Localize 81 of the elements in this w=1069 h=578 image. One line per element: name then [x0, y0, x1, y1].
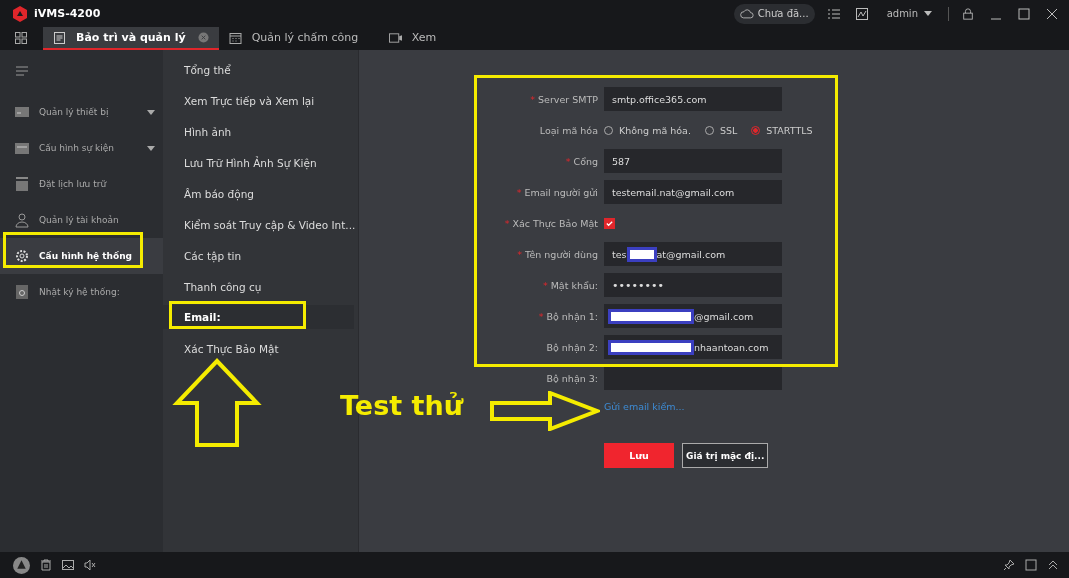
input-field[interactable]: smtp.office365.com: [604, 87, 782, 111]
camera-icon: [388, 31, 402, 44]
list-icon[interactable]: [827, 7, 840, 20]
storage-icon: [14, 176, 30, 192]
submenu-item[interactable]: Hình ảnh: [163, 116, 354, 147]
input-field[interactable]: nhaantoan.com: [604, 335, 782, 359]
field-label: Bộ nhận 2:: [546, 341, 598, 353]
tab[interactable]: Xem: [378, 27, 539, 50]
required-mark: *: [517, 248, 522, 260]
calendar-icon: [228, 31, 242, 44]
logo-icon: [12, 5, 28, 22]
checkbox[interactable]: [604, 217, 615, 229]
close-icon[interactable]: [1046, 7, 1058, 20]
input-field[interactable]: tes at@gmail.com: [604, 242, 782, 266]
caret-icon[interactable]: [147, 109, 155, 115]
gear-icon: [14, 248, 30, 264]
user-icon: [14, 212, 30, 228]
cloud-status-button[interactable]: Chưa đă...: [733, 3, 815, 24]
radio-option[interactable]: Không mã hóa.: [604, 124, 691, 136]
sidebar-item[interactable]: Quản lý thiết bị: [0, 94, 163, 130]
sidebar-item[interactable]: Cấu hình sự kiện: [0, 130, 163, 166]
tab[interactable]: Quản lý chấm công: [218, 27, 379, 50]
maximize-icon[interactable]: [1018, 7, 1030, 20]
submenu-item[interactable]: Xác Thực Bảo Mật: [163, 333, 354, 364]
pin-icon[interactable]: [1003, 559, 1015, 571]
lock-icon[interactable]: [962, 7, 974, 20]
radio-option[interactable]: SSL: [704, 124, 738, 136]
log-icon: [14, 284, 30, 300]
submenu-item[interactable]: Âm báo động: [163, 178, 354, 209]
annotation-text: Test thử: [340, 390, 463, 421]
field-label: Email người gửi: [524, 186, 598, 198]
field-label: Bộ nhận 1:: [546, 310, 598, 322]
submenu-item[interactable]: Lưu Trữ Hình Ảnh Sự Kiện: [163, 147, 354, 178]
submenu-item[interactable]: Các tập tin: [163, 240, 354, 271]
field-label: Cổng: [573, 155, 598, 167]
cloud-icon: [739, 8, 754, 19]
chart-icon[interactable]: [855, 7, 868, 20]
sidebar-item[interactable]: Cấu hình hệ thống: [0, 238, 163, 274]
tab[interactable]: Bảo trì và quản lý: [43, 27, 219, 50]
input-field[interactable]: [604, 366, 782, 390]
collapse-icon[interactable]: [1047, 559, 1059, 571]
field-label: Loại mã hóa: [539, 124, 598, 136]
sidebar-item[interactable]: Nhật ký hệ thống:: [0, 274, 163, 310]
required-mark: *: [542, 279, 548, 291]
mute-icon[interactable]: [84, 559, 96, 571]
field-label: Xác Thực Bảo Mật: [512, 217, 598, 229]
submenu-item[interactable]: Email:: [163, 305, 354, 329]
input-field[interactable]: @gmail.com: [604, 304, 782, 328]
window-icon[interactable]: [1025, 559, 1037, 571]
field-label: Server SMTP: [538, 93, 598, 105]
document-icon: [53, 31, 66, 44]
required-mark: *: [516, 186, 522, 198]
submenu-item[interactable]: Xem Trực tiếp và Xem lại: [163, 85, 354, 116]
field-label: Mật khẩu:: [550, 279, 598, 291]
grid-icon[interactable]: [15, 32, 27, 44]
input-field[interactable]: 587: [604, 149, 782, 173]
submenu-item[interactable]: Kiểm soát Truy cập & Video Int...: [163, 209, 354, 240]
required-mark: *: [530, 93, 536, 105]
required-mark: *: [565, 155, 571, 167]
warning-icon[interactable]: [13, 556, 30, 574]
field-label: Bộ nhận 3:: [546, 372, 598, 384]
radio-option[interactable]: STARTTLS: [751, 124, 813, 136]
input-field[interactable]: testemail.nat@gmail.com: [604, 180, 782, 204]
form-button[interactable]: Giá trị mặc đị...: [682, 443, 769, 468]
submenu-item[interactable]: Tổng thể: [163, 54, 354, 85]
image-icon[interactable]: [62, 559, 74, 571]
input-field[interactable]: ••••••••: [604, 273, 782, 297]
submenu-item[interactable]: Thanh công cụ: [163, 271, 354, 302]
trash-icon[interactable]: [40, 559, 52, 571]
event-icon: [14, 140, 30, 156]
user-menu-button[interactable]: admin: [880, 7, 938, 20]
device-icon: [14, 104, 30, 120]
required-mark: *: [538, 310, 544, 322]
caret-icon: [924, 11, 932, 16]
required-mark: *: [504, 217, 510, 229]
window-title: iVMS-4200: [34, 7, 101, 20]
form-button[interactable]: Lưu: [604, 443, 674, 468]
field-label: Tên người dùng: [525, 248, 598, 260]
sidebar-item[interactable]: Quản lý tài khoản: [0, 202, 163, 238]
sidebar-item[interactable]: Đặt lịch lưu trữ: [0, 166, 163, 202]
caret-icon[interactable]: [147, 145, 155, 151]
